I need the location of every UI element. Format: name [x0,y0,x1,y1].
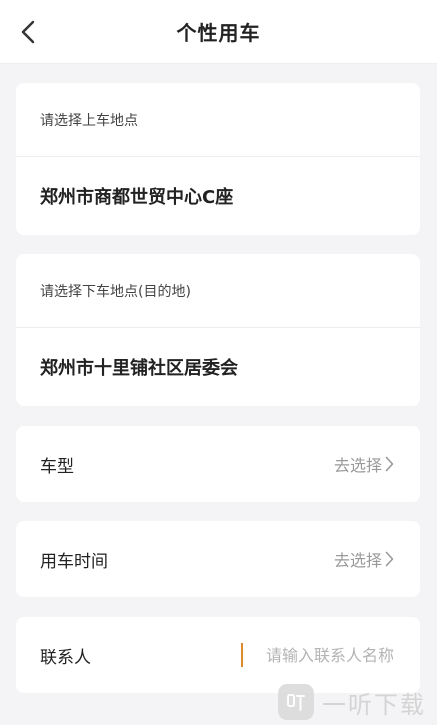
vehicle-type-row[interactable]: 车型 去选择 [16,426,420,502]
use-time-select[interactable]: 去选择 [334,547,394,571]
watermark-text: 一听下载 [322,690,426,719]
use-time-label: 用车时间 [40,551,108,572]
dropoff-hint: 请选择下车地点(目的地) [16,254,420,328]
page-title: 个性用车 [176,21,261,45]
watermark: 一听下载 [278,684,426,720]
use-time-row[interactable]: 用车时间 去选择 [16,521,420,597]
contact-input-wrap [241,643,394,667]
header-bar: 个性用车 [0,0,437,64]
pickup-card: 请选择上车地点 郑州市商都世贸中心C座 [16,83,420,235]
dropoff-location-field[interactable]: 郑州市十里铺社区居委会 [16,328,420,406]
contact-card: 联系人 [16,617,420,693]
chevron-right-icon [385,456,394,472]
vehicle-type-label: 车型 [40,456,74,477]
page: 个性用车 请选择上车地点 郑州市商都世贸中心C座 请选择下车地点(目的地) 郑州… [0,0,437,725]
use-time-card: 用车时间 去选择 [16,521,420,597]
text-caret [241,643,243,667]
back-button[interactable] [10,14,46,50]
chevron-right-icon [385,551,394,567]
use-time-action-label: 去选择 [333,551,382,570]
vehicle-type-select[interactable]: 去选择 [334,452,394,476]
pickup-hint: 请选择上车地点 [16,83,420,157]
contact-label: 联系人 [40,647,91,668]
vehicle-type-action-label: 去选择 [333,456,382,475]
vehicle-type-card: 车型 去选择 [16,426,420,502]
contact-name-input[interactable] [244,645,394,665]
watermark-logo-icon [278,684,314,720]
dropoff-card: 请选择下车地点(目的地) 郑州市十里铺社区居委会 [16,254,420,406]
pickup-location-field[interactable]: 郑州市商都世贸中心C座 [16,157,420,235]
chevron-left-icon [21,20,35,44]
contact-row: 联系人 [16,617,420,693]
